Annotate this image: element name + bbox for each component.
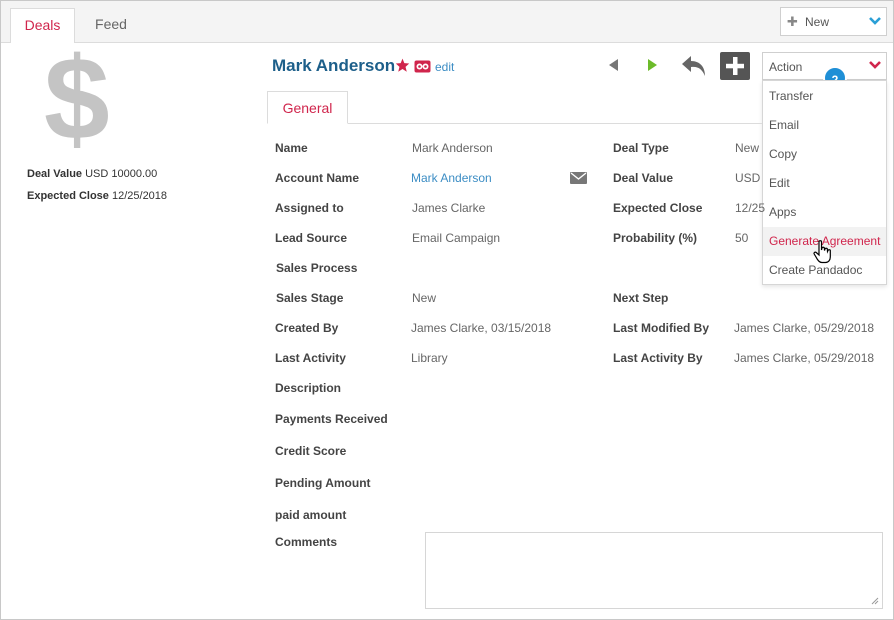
- envelope-icon[interactable]: [570, 172, 587, 184]
- menu-item-apps[interactable]: Apps: [763, 198, 886, 227]
- add-button[interactable]: [720, 52, 750, 80]
- field-label-last-activity: Last Activity: [275, 351, 346, 365]
- field-value-lead-source: Email Campaign: [412, 231, 501, 245]
- plus-icon: ✚: [787, 14, 798, 29]
- field-label-deal-value: Deal Value: [613, 171, 674, 185]
- field-value-expected-close: 12/25: [735, 201, 766, 215]
- field-label-sales-stage: Sales Stage: [276, 291, 344, 305]
- menu-item-transfer[interactable]: Transfer: [763, 82, 886, 111]
- field-label-created-by: Created By: [275, 321, 339, 335]
- field-value-sales-stage: New: [412, 291, 437, 305]
- menu-item-edit[interactable]: Edit: [763, 169, 886, 198]
- deal-dollar-icon: $: [44, 33, 110, 165]
- field-label-next-step: Next Step: [613, 291, 669, 305]
- field-label-last-modified-by: Last Modified By: [613, 321, 710, 335]
- field-value-last-activity: Library: [411, 351, 448, 365]
- menu-item-email[interactable]: Email: [763, 111, 886, 140]
- record-title: Mark Anderson: [272, 56, 396, 75]
- field-value-assigned-to: James Clarke: [412, 201, 486, 215]
- summary-deal-value-label: Deal Value: [27, 168, 83, 180]
- field-label-account-name: Account Name: [275, 171, 360, 185]
- field-label-expected-close: Expected Close: [613, 201, 703, 215]
- owl-icon[interactable]: [414, 60, 431, 73]
- field-value-last-activity-by: James Clarke, 05/29/2018: [734, 351, 875, 365]
- field-value-probability: 50: [735, 231, 749, 245]
- field-value-deal-type: New: [735, 141, 760, 155]
- field-label-sales-process: Sales Process: [276, 261, 358, 275]
- summary-expected-close-text: 12/25/2018: [111, 190, 168, 202]
- comments-textarea[interactable]: [425, 532, 883, 609]
- field-value-last-modified-by: James Clarke, 05/29/2018: [734, 321, 875, 335]
- app-window: [0, 0, 894, 620]
- field-label-comments: Comments: [275, 535, 338, 549]
- hand-cursor-icon: [813, 240, 831, 264]
- chevron-down-icon: [869, 61, 881, 69]
- field-label-lead-source: Lead Source: [275, 231, 348, 245]
- field-value-account-name-link[interactable]: Mark Anderson: [411, 171, 492, 185]
- new-button[interactable]: ✚ New: [780, 7, 887, 36]
- new-button-label: New: [805, 15, 830, 29]
- field-label-deal-type: Deal Type: [613, 141, 669, 155]
- summary-expected-close: Expected Close 12/25/2018: [27, 190, 167, 202]
- next-record-icon[interactable]: [647, 58, 659, 72]
- field-value-deal-value: USD: [735, 171, 761, 185]
- resize-handle-icon[interactable]: [871, 597, 879, 605]
- field-value-created-by: James Clarke, 03/15/2018: [411, 321, 552, 335]
- plus-icon: [726, 57, 744, 75]
- field-label-paid-amount: paid amount: [275, 508, 347, 522]
- field-label-pending-amount: Pending Amount: [275, 476, 371, 490]
- field-label-probability: Probability (%): [613, 231, 698, 245]
- previous-record-icon[interactable]: [607, 58, 619, 72]
- back-arrow-icon[interactable]: [681, 54, 707, 78]
- field-label-name: Name: [275, 141, 308, 155]
- field-label-payments-received: Payments Received: [275, 412, 388, 426]
- edit-link[interactable]: edit: [435, 60, 454, 74]
- menu-item-copy[interactable]: Copy: [763, 140, 886, 169]
- field-value-name: Mark Anderson: [412, 141, 493, 155]
- action-dropdown-label: Action: [769, 60, 803, 74]
- star-icon[interactable]: [395, 58, 410, 72]
- summary-expected-close-label: Expected Close: [27, 190, 109, 202]
- field-label-credit-score: Credit Score: [275, 444, 347, 458]
- field-label-last-activity-by: Last Activity By: [613, 351, 703, 365]
- summary-deal-value: Deal Value USD 10000.00: [27, 168, 157, 180]
- chevron-down-icon: [869, 17, 881, 25]
- tab-general[interactable]: General: [267, 91, 348, 124]
- summary-deal-value-text: USD 10000.00: [85, 168, 158, 180]
- field-label-description: Description: [275, 381, 342, 395]
- field-label-assigned-to: Assigned to: [275, 201, 344, 215]
